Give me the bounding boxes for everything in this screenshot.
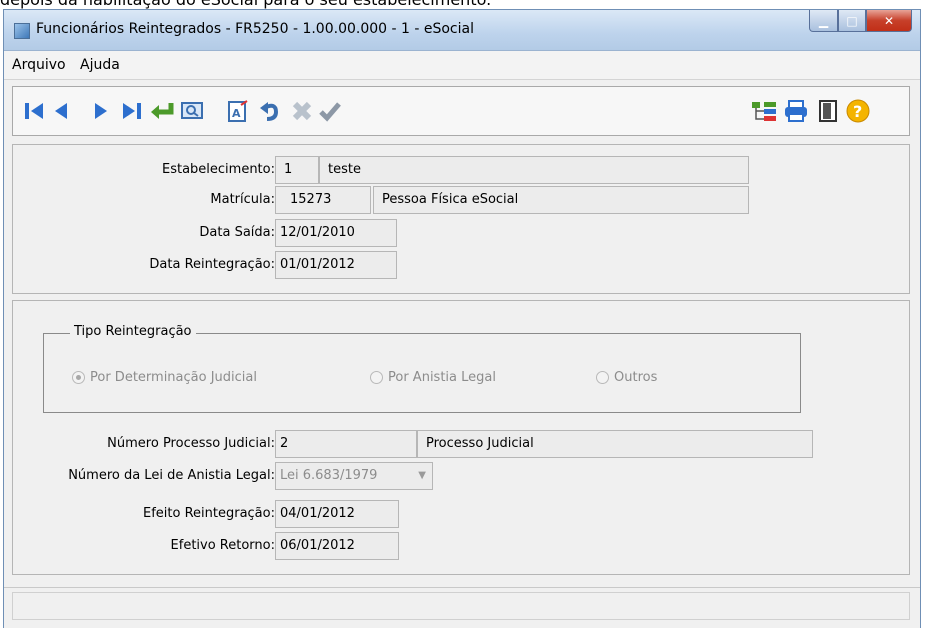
radio-anistia-indicator[interactable] bbox=[370, 371, 383, 384]
svg-text:A: A bbox=[232, 107, 241, 120]
radio-judicial-indicator[interactable] bbox=[72, 371, 85, 384]
numero-processo-label: Número Processo Judicial: bbox=[107, 436, 275, 451]
window-controls: ▁ □ ✕ bbox=[809, 10, 912, 32]
edit-icon[interactable]: A bbox=[223, 96, 253, 126]
processo-desc-field: Processo Judicial bbox=[417, 430, 813, 458]
tipo-reintegracao-group: Tipo Reintegração Por Determinação Judic… bbox=[43, 324, 801, 413]
confirm-icon[interactable] bbox=[315, 96, 345, 126]
efeito-reintegracao-label: Efeito Reintegração: bbox=[143, 506, 275, 521]
title-bar: Funcionários Reintegrados - FR5250 - 1.0… bbox=[4, 10, 920, 51]
delete-icon[interactable] bbox=[287, 96, 317, 126]
menu-ajuda[interactable]: Ajuda bbox=[80, 57, 120, 73]
data-reintegracao-field[interactable]: 01/01/2012 bbox=[275, 251, 397, 279]
radio-outros-label: Outros bbox=[614, 370, 658, 385]
radio-outros[interactable]: Outros bbox=[596, 370, 657, 385]
numero-processo-field[interactable]: 2 bbox=[275, 430, 417, 458]
lei-anistia-value: Lei 6.683/1979 bbox=[280, 468, 378, 483]
menu-bar: Arquivo Ajuda bbox=[4, 51, 920, 80]
chevron-down-icon[interactable]: ▼ bbox=[418, 463, 426, 489]
tipo-reintegracao-title: Tipo Reintegração bbox=[70, 324, 196, 339]
matricula-code-field[interactable]: 15273 bbox=[275, 186, 371, 214]
efeito-reintegracao-field[interactable]: 04/01/2012 bbox=[275, 500, 399, 528]
efetivo-retorno-label: Efetivo Retorno: bbox=[170, 538, 275, 553]
print-icon[interactable] bbox=[781, 96, 811, 126]
tree-icon[interactable] bbox=[749, 96, 779, 126]
app-window: Funcionários Reintegrados - FR5250 - 1.0… bbox=[3, 9, 921, 628]
matricula-name-field: Pessoa Física eSocial bbox=[373, 186, 749, 214]
maximize-button[interactable]: □ bbox=[838, 10, 866, 32]
radio-anistia[interactable]: Por Anistia Legal bbox=[370, 370, 496, 385]
first-record-icon[interactable] bbox=[19, 96, 49, 126]
next-record-icon[interactable] bbox=[85, 96, 115, 126]
radio-outros-indicator[interactable] bbox=[596, 371, 609, 384]
help-icon[interactable]: ? bbox=[843, 96, 873, 126]
previous-record-icon[interactable] bbox=[47, 96, 77, 126]
status-bar bbox=[4, 587, 920, 628]
estabelecimento-code-field[interactable]: 1 bbox=[275, 156, 319, 184]
status-panel bbox=[12, 592, 910, 620]
undo-icon[interactable] bbox=[255, 96, 285, 126]
reintegration-panel: Tipo Reintegração Por Determinação Judic… bbox=[12, 300, 910, 575]
estabelecimento-label: Estabelecimento: bbox=[161, 162, 275, 177]
window-title: Funcionários Reintegrados - FR5250 - 1.0… bbox=[36, 21, 474, 37]
data-reintegracao-label: Data Reintegração: bbox=[149, 257, 275, 272]
radio-judicial-label: Por Determinação Judicial bbox=[90, 370, 257, 385]
data-saida-field[interactable]: 12/01/2010 bbox=[275, 219, 397, 247]
app-icon bbox=[14, 23, 30, 39]
radio-anistia-label: Por Anistia Legal bbox=[388, 370, 496, 385]
search-icon[interactable] bbox=[177, 96, 207, 126]
menu-arquivo[interactable]: Arquivo bbox=[12, 57, 66, 73]
close-button[interactable]: ✕ bbox=[866, 10, 912, 32]
last-record-icon[interactable] bbox=[117, 96, 147, 126]
lei-anistia-select[interactable]: Lei 6.683/1979 ▼ bbox=[275, 462, 433, 490]
data-saida-label: Data Saída: bbox=[199, 225, 275, 240]
radio-judicial[interactable]: Por Determinação Judicial bbox=[72, 370, 257, 385]
exit-icon[interactable] bbox=[813, 96, 843, 126]
efetivo-retorno-field[interactable]: 06/01/2012 bbox=[275, 532, 399, 560]
matricula-label: Matrícula: bbox=[210, 192, 275, 207]
estabelecimento-name-field: teste bbox=[319, 156, 749, 184]
toolbar: A ? bbox=[12, 86, 910, 136]
minimize-button[interactable]: ▁ bbox=[809, 10, 838, 32]
svg-text:?: ? bbox=[853, 102, 862, 121]
lei-anistia-label: Número da Lei de Anistia Legal: bbox=[68, 468, 275, 483]
employee-panel: Estabelecimento: 1 teste Matrícula: 1527… bbox=[12, 144, 910, 294]
goto-icon[interactable] bbox=[147, 96, 177, 126]
